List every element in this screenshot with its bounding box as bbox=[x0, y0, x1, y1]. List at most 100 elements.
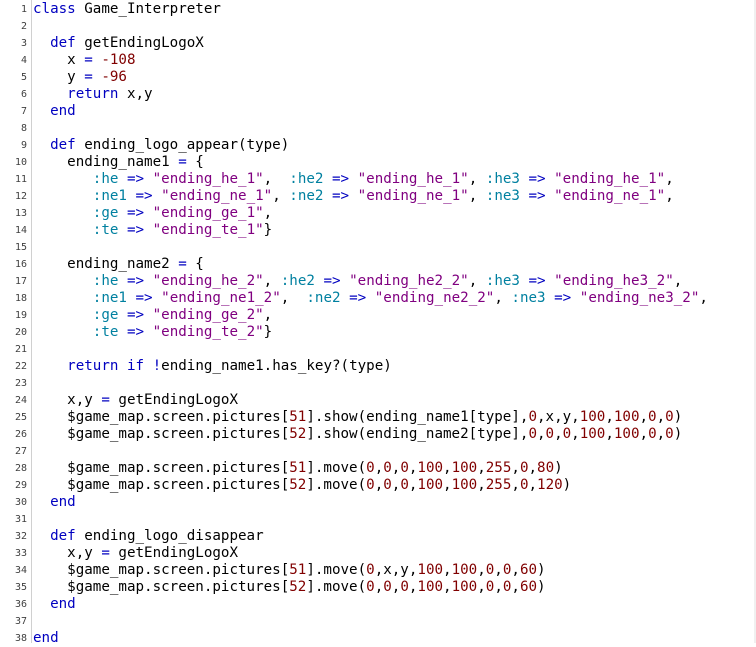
code-token: , bbox=[494, 579, 503, 595]
code-line[interactable]: 15 bbox=[0, 239, 756, 256]
code-line[interactable]: 4 x = -108 bbox=[0, 52, 756, 69]
code-token: => bbox=[126, 205, 145, 221]
code-token: = bbox=[84, 52, 93, 68]
code-token: ].move( bbox=[306, 579, 367, 595]
code-line[interactable]: 12 :ne1 => "ending_ne_1", :ne2 => "endin… bbox=[0, 188, 756, 205]
line-number: 16 bbox=[14, 259, 27, 270]
line-number: 21 bbox=[14, 344, 27, 355]
code-token: "ending_he_2" bbox=[152, 273, 264, 289]
code-line[interactable]: 18 :ne1 => "ending_ne1_2", :ne2 => "endi… bbox=[0, 290, 756, 307]
code-line[interactable]: 33 x,y = getEndingLogoX bbox=[0, 545, 756, 562]
code-token: "ending_he_1" bbox=[554, 171, 666, 187]
code-token: :te bbox=[92, 324, 119, 340]
code-token: "ending_ge_1" bbox=[152, 205, 264, 221]
code-token: 0 bbox=[400, 477, 409, 493]
code-line[interactable]: 24 x,y = getEndingLogoX bbox=[0, 392, 756, 409]
code-line[interactable]: 5 y = -96 bbox=[0, 69, 756, 86]
code-line[interactable]: 35 $game_map.screen.pictures[52].move(0,… bbox=[0, 579, 756, 596]
code-token: = bbox=[101, 392, 110, 408]
code-line[interactable]: 31 bbox=[0, 511, 756, 528]
code-line[interactable]: 6 return x,y bbox=[0, 86, 756, 103]
code-line[interactable]: 30 end bbox=[0, 494, 756, 511]
code-line[interactable]: 34 $game_map.screen.pictures[51].move(0,… bbox=[0, 562, 756, 579]
code-line[interactable]: 20 :te => "ending_te_2"} bbox=[0, 324, 756, 341]
code-token: $game_map.screen.pictures[ bbox=[33, 409, 290, 425]
line-number: 12 bbox=[14, 191, 27, 202]
code-line[interactable]: 25 $game_map.screen.pictures[51].show(en… bbox=[0, 409, 756, 426]
line-number: 29 bbox=[14, 480, 27, 491]
code-line[interactable]: 1 class Game_Interpreter bbox=[0, 1, 756, 18]
code-line[interactable]: 26 $game_map.screen.pictures[52].show(en… bbox=[0, 426, 756, 443]
code-token: -96 bbox=[101, 69, 127, 85]
code-token: Game_Interpreter bbox=[75, 1, 221, 17]
code-text: ending_name2 = { bbox=[33, 256, 204, 273]
code-token: 0 bbox=[366, 562, 375, 578]
code-line[interactable]: 32 def ending_logo_disappear bbox=[0, 528, 756, 545]
line-number: 35 bbox=[14, 582, 27, 593]
code-token: , bbox=[494, 562, 503, 578]
code-text: x,y = getEndingLogoX bbox=[33, 545, 238, 562]
code-line[interactable]: 13 :ge => "ending_ge_1", bbox=[0, 205, 756, 222]
code-line[interactable]: 19 :ge => "ending_ge_2", bbox=[0, 307, 756, 324]
code-line[interactable]: 23 bbox=[0, 375, 756, 392]
code-token: 0 bbox=[528, 426, 537, 442]
code-token: 0 bbox=[648, 409, 657, 425]
code-token: :ne1 bbox=[92, 188, 127, 204]
code-line[interactable]: 29 $game_map.screen.pictures[52].move(0,… bbox=[0, 477, 756, 494]
code-token: , bbox=[511, 579, 520, 595]
code-token: 0 bbox=[648, 426, 657, 442]
code-text: class Game_Interpreter bbox=[33, 1, 221, 18]
code-editor[interactable]: 1 class Game_Interpreter 2 3 def getEndingL… bbox=[0, 0, 756, 646]
code-line[interactable]: 10 ending_name1 = { bbox=[0, 154, 756, 171]
code-token: , bbox=[374, 579, 384, 595]
code-token: ending_logo_appear(type) bbox=[75, 137, 290, 153]
code-token: 100 bbox=[579, 409, 606, 425]
code-token: "ending_he_1" bbox=[357, 171, 469, 187]
code-token: def bbox=[50, 35, 76, 51]
code-line[interactable]: 21 bbox=[0, 341, 756, 358]
code-token: , bbox=[673, 273, 683, 289]
code-line[interactable]: 2 bbox=[0, 18, 756, 35]
code-line[interactable]: 22 return if !ending_name1.has_key?(type… bbox=[0, 358, 756, 375]
code-line[interactable]: 28 $game_map.screen.pictures[51].move(0,… bbox=[0, 460, 756, 477]
line-number: 22 bbox=[14, 361, 27, 372]
code-line[interactable]: 3 def getEndingLogoX bbox=[0, 35, 756, 52]
code-token: 100 bbox=[417, 477, 444, 493]
code-token: , bbox=[280, 290, 307, 306]
code-text: :he => "ending_he_2", :he2 => "ending_he… bbox=[33, 273, 683, 290]
code-line[interactable]: 9 def ending_logo_appear(type) bbox=[0, 137, 756, 154]
code-line[interactable]: 27 bbox=[0, 443, 756, 460]
code-token: $game_map.screen.pictures[ bbox=[33, 562, 290, 578]
code-line[interactable]: 17 :he => "ending_he_2", :he2 => "ending… bbox=[0, 273, 756, 290]
code-text: return x,y bbox=[33, 86, 152, 103]
code-token: , bbox=[263, 307, 273, 323]
code-line[interactable]: 14 :te => "ending_te_1"} bbox=[0, 222, 756, 239]
code-line[interactable]: 16 ending_name2 = { bbox=[0, 256, 756, 273]
code-line[interactable]: 7 end bbox=[0, 103, 756, 120]
line-number: 36 bbox=[14, 599, 27, 610]
code-line[interactable]: 11 :he => "ending_he_1", :he2 => "ending… bbox=[0, 171, 756, 188]
code-text: :he => "ending_he_1", :he2 => "ending_he… bbox=[33, 171, 674, 188]
code-text: :ne1 => "ending_ne1_2", :ne2 => "ending_… bbox=[33, 290, 708, 307]
code-line[interactable]: 8 bbox=[0, 120, 756, 137]
code-token: :te bbox=[92, 222, 119, 238]
code-token: => bbox=[332, 188, 350, 204]
code-line[interactable]: 38 end bbox=[0, 630, 756, 647]
code-line[interactable]: 37 bbox=[0, 613, 756, 630]
code-token: ].move( bbox=[306, 460, 367, 476]
line-number: 30 bbox=[14, 497, 27, 508]
code-text: y = -96 bbox=[33, 69, 127, 86]
code-line[interactable]: 36 end bbox=[0, 596, 756, 613]
code-token: "ending_ne_1" bbox=[554, 188, 666, 204]
code-text: $game_map.screen.pictures[52].show(endin… bbox=[33, 426, 682, 443]
code-token: ,x,y, bbox=[374, 562, 418, 578]
